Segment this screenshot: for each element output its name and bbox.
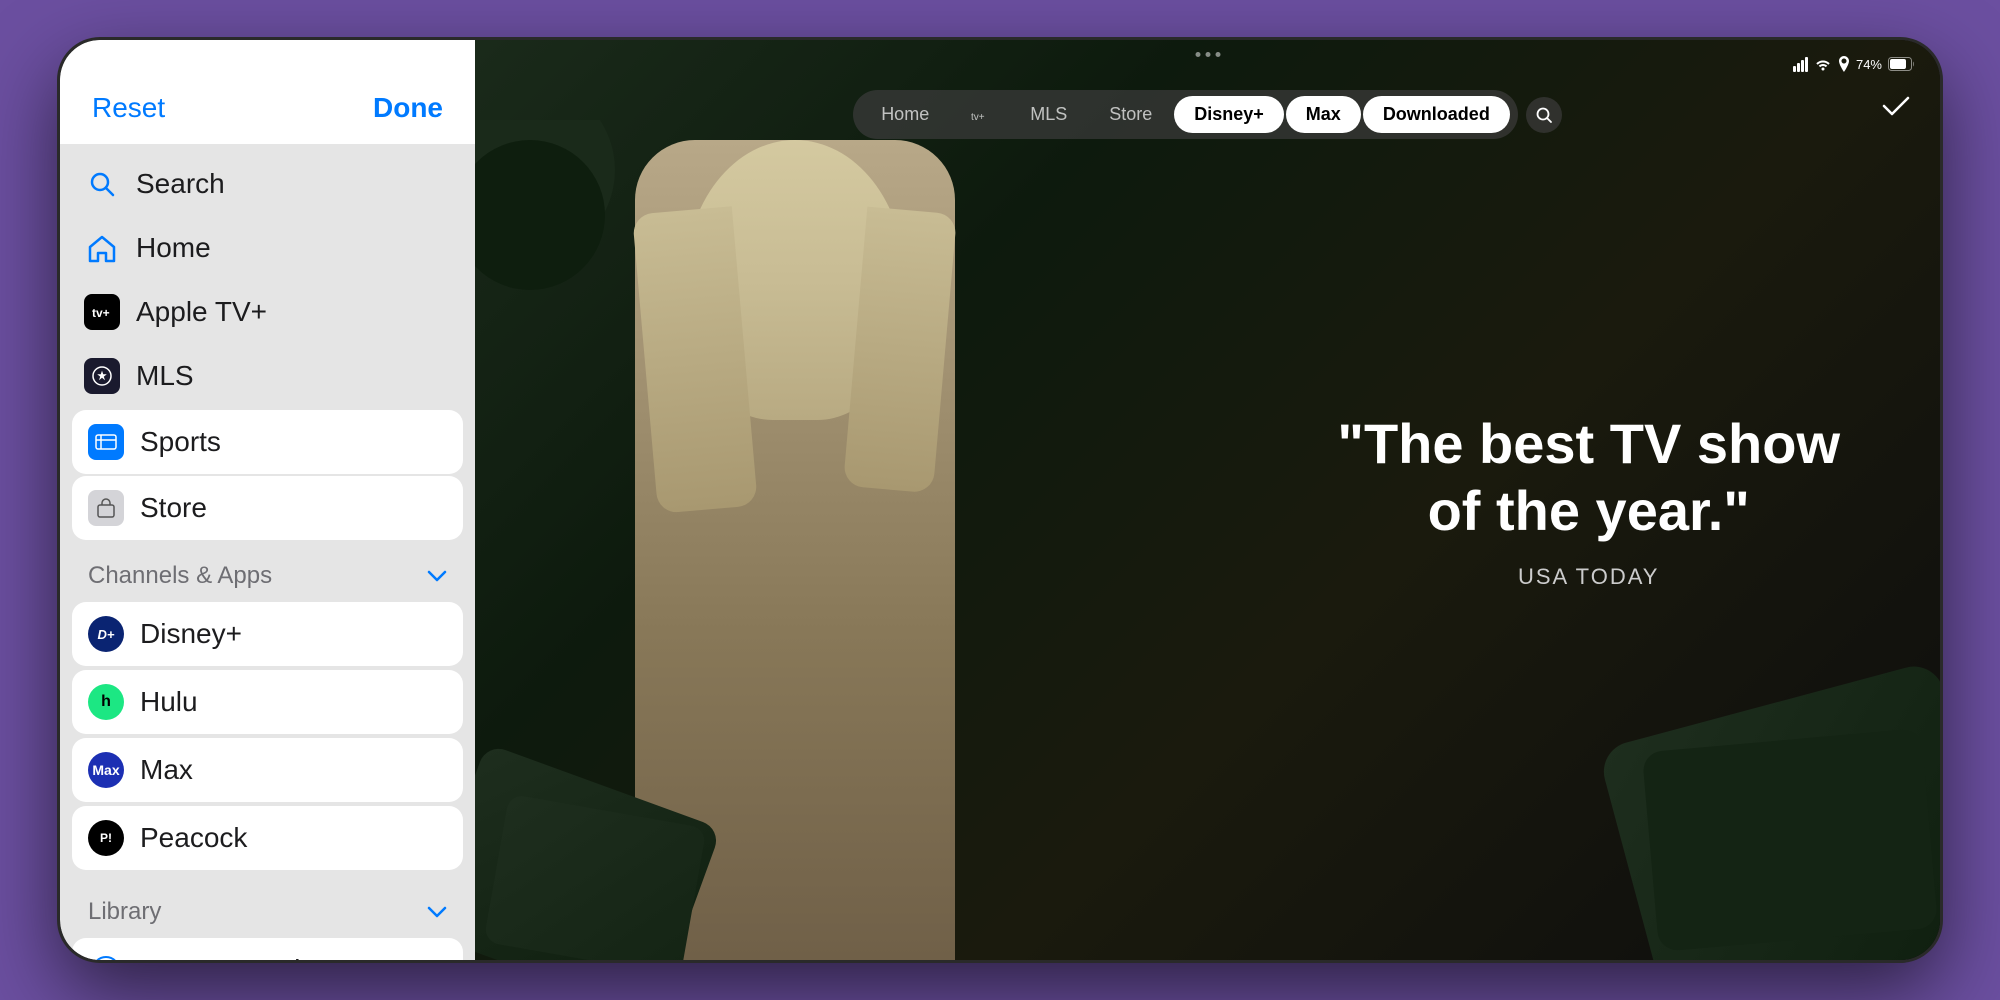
signal-icon	[1793, 57, 1808, 72]
sidebar-item-disney-label: Disney+	[140, 618, 242, 650]
library-section-title: Library	[88, 898, 161, 926]
library-chevron-icon	[427, 901, 447, 924]
mls-icon	[84, 358, 120, 394]
nav-tab-home[interactable]: Home	[861, 96, 949, 133]
sidebar-item-sports-label: Sports	[140, 426, 221, 458]
channels-section-title: Channels & Apps	[88, 562, 272, 590]
foliage-bottom-right	[1540, 610, 1940, 960]
nav-tab-disney[interactable]: Disney+	[1174, 96, 1284, 133]
hero-quote: "The best TV showof the year." USA TODAY	[1337, 410, 1840, 590]
sidebar-item-hulu-label: Hulu	[140, 686, 198, 718]
channels-section-header[interactable]: Channels & Apps	[60, 542, 475, 600]
store-icon	[88, 490, 124, 526]
sidebar-item-mls-label: MLS	[136, 360, 194, 392]
sidebar-item-sports[interactable]: Sports	[72, 410, 463, 474]
battery-icon	[1888, 57, 1916, 71]
foliage-top-left	[475, 120, 675, 320]
svg-text:tv+: tv+	[971, 112, 985, 121]
recent-purchases-icon	[88, 952, 124, 960]
nav-tabs-container: Home tv+ MLS Store Disney+ Max Downloade…	[853, 90, 1518, 139]
sidebar-item-max[interactable]: Max Max	[72, 738, 463, 802]
sidebar: Reset Done Search	[60, 40, 475, 960]
sidebar-item-store[interactable]: Store	[72, 476, 463, 540]
sports-icon	[88, 424, 124, 460]
nav-search-button[interactable]	[1526, 97, 1562, 133]
nav-tab-max[interactable]: Max	[1286, 96, 1361, 133]
reset-button[interactable]: Reset	[92, 92, 165, 124]
sidebar-item-peacock[interactable]: P! Peacock	[72, 806, 463, 870]
library-section-header[interactable]: Library	[60, 878, 475, 936]
disney-icon: D+	[88, 616, 124, 652]
sidebar-item-search-label: Search	[136, 168, 225, 200]
hero-quote-text: "The best TV showof the year."	[1337, 410, 1840, 544]
sidebar-item-store-label: Store	[140, 492, 207, 524]
nav-tab-appletv[interactable]: tv+	[951, 96, 1008, 133]
peacock-icon: P!	[88, 820, 124, 856]
battery-percent: 74%	[1856, 57, 1882, 72]
home-icon	[84, 230, 120, 266]
status-bar-icons: 74%	[1793, 56, 1916, 72]
main-content: Reset Done Search	[60, 40, 1940, 960]
device-frame: 74% Reset Done	[60, 40, 1940, 960]
sidebar-item-peacock-label: Peacock	[140, 822, 247, 854]
hulu-icon: h	[88, 684, 124, 720]
done-button[interactable]: Done	[373, 92, 443, 124]
nav-tab-downloaded[interactable]: Downloaded	[1363, 96, 1510, 133]
sidebar-item-hulu[interactable]: h Hulu	[72, 670, 463, 734]
sidebar-item-search[interactable]: Search	[60, 152, 475, 216]
status-bar: 74%	[60, 40, 1940, 80]
sidebar-item-appletv-label: Apple TV+	[136, 296, 267, 328]
location-icon	[1838, 56, 1850, 72]
sidebar-item-recent-label: Recent Purchases	[140, 954, 369, 960]
max-icon: Max	[88, 752, 124, 788]
sidebar-item-mls[interactable]: MLS	[60, 344, 475, 408]
appletv-icon: tv+	[84, 294, 120, 330]
content-area: Home tv+ MLS Store Disney+ Max Downloade…	[475, 40, 1940, 960]
sidebar-item-home[interactable]: Home	[60, 216, 475, 280]
sidebar-scroll-content[interactable]: Search Home tv+	[60, 144, 475, 960]
sidebar-item-disney[interactable]: D+ Disney+	[72, 602, 463, 666]
hero-quote-source: USA TODAY	[1337, 564, 1840, 590]
sidebar-item-appletv[interactable]: tv+ Apple TV+	[60, 280, 475, 344]
search-icon	[84, 166, 120, 202]
wifi-icon	[1814, 57, 1832, 71]
nav-tab-mls[interactable]: MLS	[1010, 96, 1087, 133]
svg-text:tv+: tv+	[92, 306, 110, 320]
sidebar-item-home-label: Home	[136, 232, 211, 264]
foliage-left	[475, 710, 775, 960]
nav-bar: Home tv+ MLS Store Disney+ Max Downloade…	[475, 70, 1940, 139]
sidebar-item-max-label: Max	[140, 754, 193, 786]
channels-chevron-icon	[427, 565, 447, 588]
sidebar-item-recent-purchases[interactable]: Recent Purchases	[72, 938, 463, 960]
nav-tab-store[interactable]: Store	[1089, 96, 1172, 133]
